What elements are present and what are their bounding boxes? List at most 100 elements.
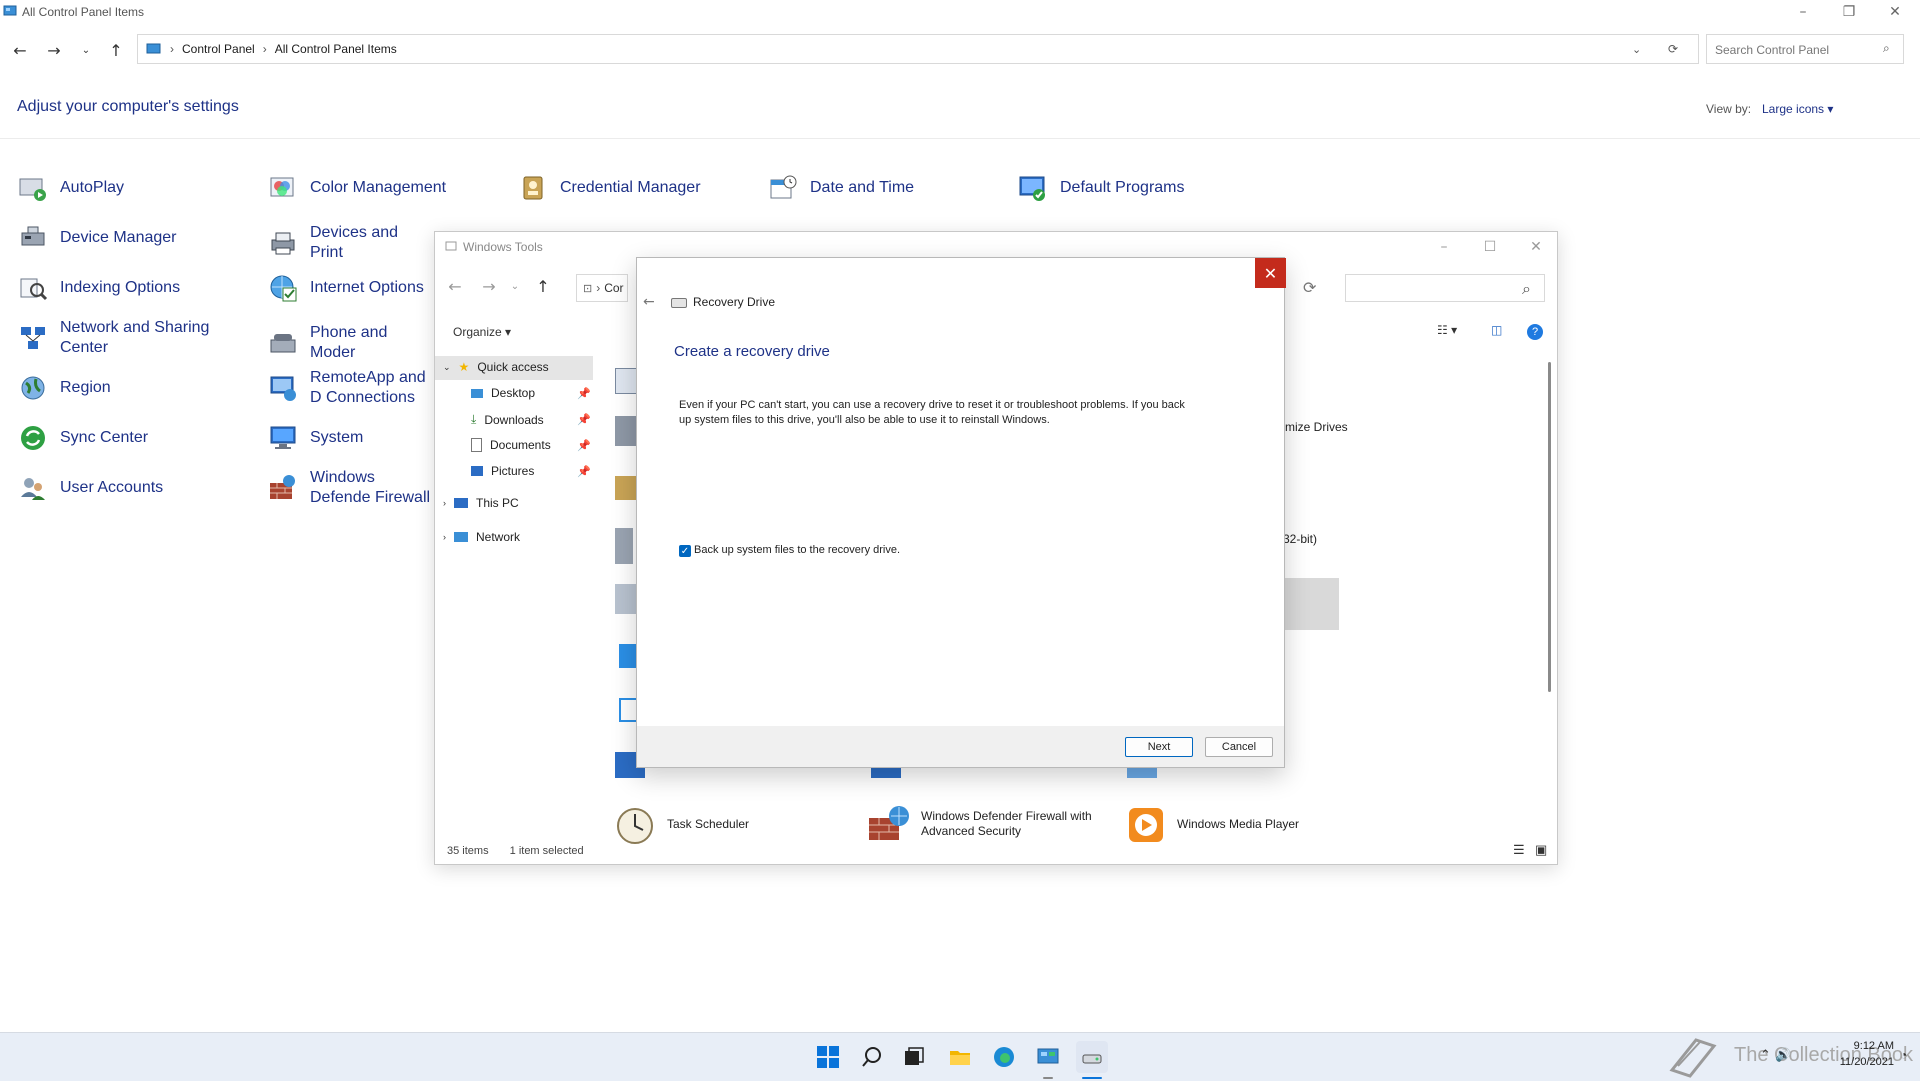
cp-item-user-accounts[interactable]: User Accounts [18,473,248,503]
region-icon [18,373,48,403]
cancel-button[interactable]: Cancel [1205,737,1273,757]
wt-forward-arrow-icon[interactable]: → [475,270,503,302]
wt-close-button[interactable]: ✕ [1513,232,1559,262]
dialog-description: Even if your PC can't start, you can use… [679,399,1185,426]
this-pc-icon [454,498,468,508]
file-explorer-icon[interactable] [944,1041,976,1073]
file-optimize-drives[interactable]: mize Drives [1285,420,1348,434]
backup-system-files-checkbox[interactable]: ✓ [679,545,691,557]
back-arrow-icon[interactable]: ← [6,34,34,66]
expand-chevron-icon: ⌄ [443,361,451,372]
nav-this-pc[interactable]: › This PC [443,496,519,510]
chevron-down-icon: ▾ [505,325,512,339]
file-firewall-advanced[interactable]: Windows Defender Firewall with Advanced … [867,804,1097,844]
dialog-close-button[interactable]: ✕ [1255,258,1286,288]
wt-back-arrow-icon[interactable]: ← [441,270,469,302]
breadcrumb-all-items[interactable]: All Control Panel Items [275,42,397,56]
windows-tools-icon [445,241,457,251]
vertical-scrollbar[interactable] [1548,362,1551,692]
file-icon[interactable] [615,528,633,564]
nav-pictures[interactable]: Pictures 📌 [471,464,621,478]
cp-item-devices-printers[interactable]: Devices and Print [268,223,434,263]
refresh-icon[interactable]: ⟳ [1668,42,1678,56]
cp-item-remoteapp[interactable]: RemoteApp and D Connections [268,368,434,408]
task-view-icon[interactable] [898,1041,930,1073]
file-task-scheduler[interactable]: Task Scheduler [613,804,749,844]
next-button[interactable]: Next [1125,737,1193,757]
search-icon[interactable] [856,1041,888,1073]
system-icon [268,423,298,453]
edge-browser-icon[interactable] [988,1041,1020,1073]
nav-downloads[interactable]: ⤓ Downloads 📌 [471,412,621,427]
nav-documents[interactable]: Documents 📌 [471,438,621,452]
backup-checkbox-label[interactable]: Back up system files to the recovery dri… [694,544,900,556]
clock-date[interactable]: 11/20/2021 [1820,1056,1894,1068]
user-accounts-icon [18,473,48,503]
cp-item-autoplay[interactable]: AutoPlay [18,173,248,203]
cp-item-sync-center[interactable]: Sync Center [18,423,248,453]
start-button-icon[interactable] [812,1041,844,1073]
address-dropdown-icon[interactable]: ⌄ [1632,43,1641,56]
system-tray[interactable]: ⌃ 🔊 [1760,1048,1791,1063]
preview-pane-icon[interactable]: ◫ [1491,323,1502,337]
search-icon[interactable]: ⌕ [1883,41,1890,56]
wt-search-box[interactable]: ⌕ [1345,274,1545,302]
wt-minimize-button[interactable]: – [1421,232,1467,262]
nav-quick-access[interactable]: ⌄ ★ Quick access [443,360,549,374]
file-icon[interactable] [619,644,637,668]
search-icon: ⌕ [1522,279,1531,298]
wt-recent-chevron-icon[interactable]: ⌄ [501,270,529,302]
cp-search-box[interactable]: Search Control Panel ⌕ [1706,34,1904,64]
file-label: mize Drives [1285,420,1348,434]
cp-item-indexing-options[interactable]: Indexing Options [18,273,248,303]
organize-button[interactable]: Organize ▾ [453,325,511,339]
cp-item-device-manager[interactable]: Device Manager [18,223,248,253]
file-media-player[interactable]: Windows Media Player [1123,804,1299,844]
notification-icon[interactable]: ◔ [1900,1048,1907,1062]
search-placeholder: Search Control Panel [1715,43,1830,57]
wt-up-arrow-icon[interactable]: ↑ [529,270,557,302]
cp-item-network-sharing[interactable]: Network and Sharing Center [18,318,248,358]
cp-item-color-management[interactable]: Color Management [268,173,498,203]
control-panel-taskbar-icon[interactable] [1032,1041,1064,1073]
help-icon[interactable]: ? [1527,324,1543,340]
details-view-icon[interactable]: ☰ [1513,842,1525,858]
recent-locations-chevron-icon[interactable]: ⌄ [72,34,100,66]
cp-item-label: Windows Defende Firewall [310,469,431,506]
forward-arrow-icon[interactable]: → [40,34,68,66]
breadcrumb-separator-icon: › [170,42,174,56]
cp-item-credential-manager[interactable]: Credential Manager [518,173,748,203]
nav-label: Downloads [484,412,544,427]
dialog-heading: Create a recovery drive [674,343,830,360]
view-by-dropdown[interactable]: Large icons ▾ [1762,102,1833,116]
expand-chevron-icon: › [443,532,446,542]
recovery-drive-taskbar-icon[interactable] [1076,1041,1108,1073]
cp-item-region[interactable]: Region [18,373,248,403]
cp-item-phone-modem[interactable]: Phone and Moder [268,323,434,363]
cp-item-label: Date and Time [810,179,915,196]
minimize-button[interactable]: – [1780,0,1826,24]
up-arrow-icon[interactable]: ↑ [102,34,130,66]
file-label: Windows Media Player [1177,817,1300,831]
nav-label: Network [476,530,521,544]
wt-maximize-button[interactable]: ☐ [1467,232,1513,262]
clock-time[interactable]: 9:12 AM [1834,1040,1894,1052]
cp-item-date-time[interactable]: Date and Time [768,173,998,203]
breadcrumb-control-panel[interactable]: Control Panel [182,42,255,56]
close-button[interactable]: ✕ [1872,0,1918,24]
cp-item-label: RemoteApp and D Connections [310,369,426,406]
cp-address-bar[interactable]: › Control Panel › All Control Panel Item… [137,34,1699,64]
nav-desktop[interactable]: Desktop 📌 [471,386,621,400]
wt-address-bar[interactable]: ⊡ › Cor [576,274,628,302]
nav-network[interactable]: › Network [443,530,520,544]
wt-refresh-icon[interactable]: ⟳ [1303,278,1316,297]
file-32bit[interactable]: 32-bit) [1283,532,1317,546]
cp-item-firewall[interactable]: Windows Defende Firewall [268,468,434,508]
chevron-down-icon: ▾ [1827,102,1834,116]
restore-button[interactable]: ❐ [1826,0,1872,24]
large-icons-view-icon[interactable]: ▣ [1535,842,1547,858]
dialog-back-arrow-icon[interactable]: ← [643,294,655,310]
cp-item-default-programs[interactable]: Default Programs [1018,173,1248,203]
indexing-options-icon [18,273,48,303]
view-options-icon[interactable]: ☷ ▾ [1437,323,1457,337]
